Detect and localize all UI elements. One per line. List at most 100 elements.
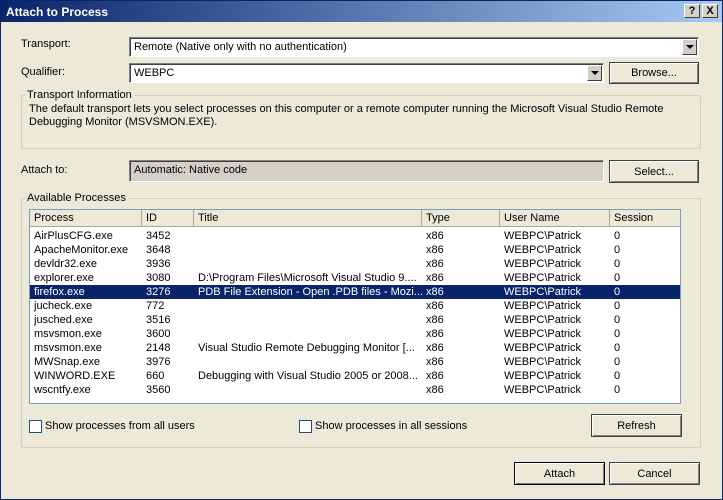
qualifier-value: WEBPC (134, 67, 175, 79)
cell-title: Debugging with Visual Studio 2005 or 200… (198, 370, 418, 382)
cell-process: explorer.exe (34, 272, 94, 284)
column-header-title[interactable]: Title (194, 210, 422, 227)
cell-type: x86 (426, 328, 444, 340)
cell-process: WINWORD.EXE (34, 370, 116, 382)
table-row[interactable]: ApacheMonitor.exe 3648 x86 WEBPC\Patrick 0 (30, 243, 680, 257)
cell-session: 0 (614, 356, 621, 368)
table-row[interactable]: MWSnap.exe 3976 x86 WEBPC\Patrick 0 (30, 355, 680, 369)
cell-id: 3976 (146, 356, 171, 368)
process-list[interactable]: Process ID Title Type User Name Session … (29, 209, 681, 404)
cell-process: msvsmon.exe (34, 342, 102, 354)
title-bar: Attach to Process ? X (1, 1, 722, 22)
show-all-sessions-checkbox[interactable] (299, 420, 312, 433)
cell-title: D:\Program Files\Microsoft Visual Studio… (198, 272, 417, 284)
cell-session: 0 (614, 244, 621, 256)
attach-button[interactable]: Attach (514, 462, 605, 485)
cell-user-name: WEBPC\Patrick (504, 300, 582, 312)
cell-id: 3452 (146, 230, 171, 242)
cell-title (194, 299, 422, 313)
cell-process: devldr32.exe (34, 258, 97, 270)
cell-id: 3600 (146, 328, 171, 340)
cell-user-name: WEBPC\Patrick (504, 286, 582, 298)
show-all-sessions-label: Show processes in all sessions (315, 420, 468, 432)
cell-id: 772 (146, 300, 165, 312)
cell-type: x86 (426, 342, 444, 354)
transport-info-text: The default transport lets you select pr… (29, 103, 664, 128)
cell-type: x86 (426, 356, 444, 368)
cell-title: PDB File Extension - Open .PDB files - M… (198, 286, 422, 298)
cell-process: AirPlusCFG.exe (34, 230, 113, 242)
transport-info-title: Transport Information (25, 89, 134, 101)
cell-user-name: WEBPC\Patrick (504, 314, 582, 326)
attach-to-process-dialog: Attach to Process ? X Transport: Remote … (0, 0, 723, 500)
table-row[interactable]: msvsmon.exe 3600 x86 WEBPC\Patrick 0 (30, 327, 680, 341)
cell-id: 3080 (146, 272, 171, 284)
table-row[interactable]: wscntfy.exe 3560 x86 WEBPC\Patrick 0 (30, 383, 680, 397)
table-row[interactable]: jusched.exe 3516 x86 WEBPC\Patrick 0 (30, 313, 680, 327)
cell-process: MWSnap.exe (34, 356, 101, 368)
qualifier-combobox[interactable]: WEBPC (129, 63, 604, 83)
qualifier-label: Qualifier: (21, 66, 66, 78)
cell-process: firefox.exe (34, 286, 85, 298)
close-button[interactable]: X (702, 4, 718, 18)
table-row[interactable]: msvsmon.exe 2148 Visual Studio Remote Debu… (30, 341, 680, 355)
window-title: Attach to Process (6, 5, 109, 19)
table-row[interactable]: explorer.exe 3080 D:\Program Files\Microso… (30, 271, 680, 285)
column-header-id[interactable]: ID (142, 210, 194, 227)
cell-session: 0 (614, 230, 621, 242)
cell-type: x86 (426, 286, 444, 298)
cell-title (194, 257, 422, 271)
transport-combobox[interactable]: Remote (Native only with no authenticati… (129, 37, 699, 57)
cell-session: 0 (614, 314, 621, 326)
table-row[interactable]: AirPlusCFG.exe 3452 x86 WEBPC\Patrick 0 (30, 229, 680, 243)
refresh-button[interactable]: Refresh (591, 414, 682, 437)
cell-id: 3560 (146, 384, 171, 396)
table-row[interactable]: jucheck.exe 772 x86 WEBPC\Patrick 0 (30, 299, 680, 313)
cell-type: x86 (426, 300, 444, 312)
column-header-type[interactable]: Type (422, 210, 500, 227)
cell-type: x86 (426, 314, 444, 326)
cancel-button[interactable]: Cancel (609, 462, 700, 485)
cell-type: x86 (426, 258, 444, 270)
attach-to-label: Attach to: (21, 164, 68, 176)
cell-user-name: WEBPC\Patrick (504, 328, 582, 340)
cell-title (194, 313, 422, 327)
table-row[interactable]: firefox.exe 3276 PDB File Extension - Open… (30, 285, 680, 299)
column-header-session[interactable]: Session (610, 210, 680, 227)
cell-type: x86 (426, 230, 444, 242)
browse-button[interactable]: Browse... (609, 62, 699, 84)
cell-type: x86 (426, 244, 444, 256)
show-all-users-label: Show processes from all users (45, 420, 195, 432)
cell-process: ApacheMonitor.exe (34, 244, 129, 256)
chevron-down-icon[interactable] (682, 39, 697, 55)
cell-title (194, 355, 422, 369)
available-processes-title: Available Processes (25, 192, 128, 204)
cell-session: 0 (614, 272, 621, 284)
cell-type: x86 (426, 272, 444, 284)
cell-user-name: WEBPC\Patrick (504, 258, 582, 270)
cell-title (194, 243, 422, 257)
cell-user-name: WEBPC\Patrick (504, 356, 582, 368)
cell-id: 3276 (146, 286, 171, 298)
attach-to-field: Automatic: Native code (129, 160, 604, 182)
transport-label: Transport: (21, 38, 71, 50)
cell-id: 3936 (146, 258, 171, 270)
cell-id: 3516 (146, 314, 171, 326)
show-all-users-checkbox[interactable] (29, 420, 42, 433)
cell-user-name: WEBPC\Patrick (504, 244, 582, 256)
select-button[interactable]: Select... (609, 160, 699, 183)
cell-type: x86 (426, 384, 444, 396)
column-header-user-name[interactable]: User Name (500, 210, 610, 227)
cell-session: 0 (614, 300, 621, 312)
help-button[interactable]: ? (684, 4, 700, 18)
cell-session: 0 (614, 286, 621, 298)
cell-id: 2148 (146, 342, 171, 354)
cell-user-name: WEBPC\Patrick (504, 384, 582, 396)
cell-type: x86 (426, 370, 444, 382)
column-header-process[interactable]: Process (30, 210, 142, 227)
cell-process: wscntfy.exe (34, 384, 91, 396)
table-row[interactable]: WINWORD.EXE 660 Debugging with Visual Stud… (30, 369, 680, 383)
table-row[interactable]: devldr32.exe 3936 x86 WEBPC\Patrick 0 (30, 257, 680, 271)
chevron-down-icon[interactable] (587, 65, 602, 81)
cell-user-name: WEBPC\Patrick (504, 342, 582, 354)
